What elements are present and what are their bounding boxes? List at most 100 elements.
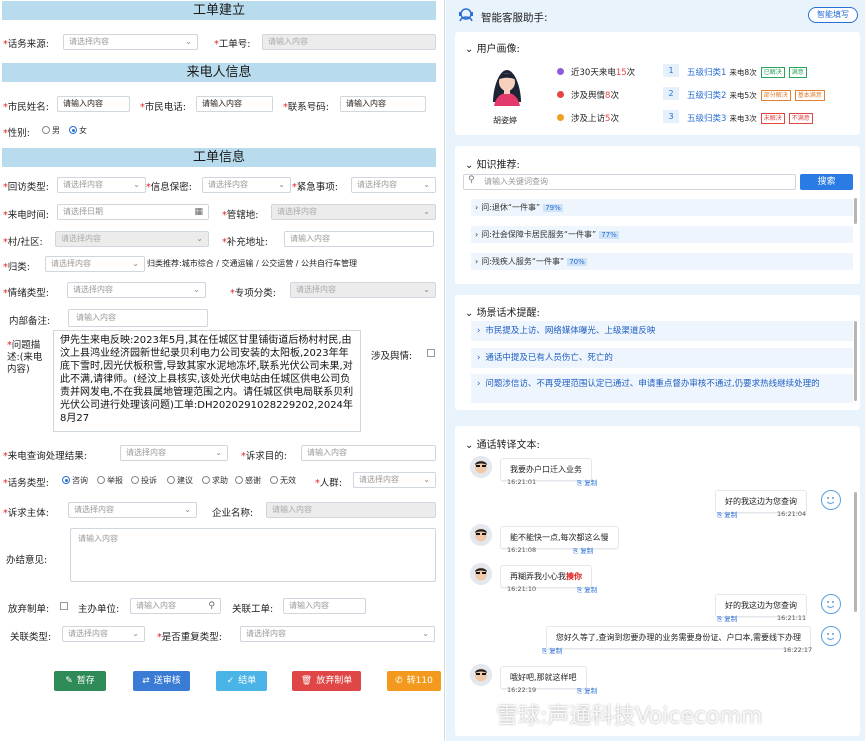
repeat-type-select[interactable]: 请选择内容 ⌄ <box>240 626 435 642</box>
section-info-header: 工单信息 <box>2 148 436 167</box>
knowledge-title: ⌄ 知识推荐: <box>465 160 520 171</box>
call-type-radio[interactable]: 感谢 <box>235 475 261 486</box>
chevron-down-icon: ⌄ <box>185 37 192 46</box>
ticket-no-input[interactable]: 请输入内容 <box>262 34 436 50</box>
call-time-label: *来电时间: <box>3 210 49 221</box>
button-label: 转110 <box>406 676 433 686</box>
call-type-radio[interactable]: 无效 <box>270 475 296 486</box>
appeal-subject-select[interactable]: 请选择内容 ⌄ <box>68 502 197 518</box>
call-type-radio[interactable]: 投诉 <box>131 475 157 486</box>
internal-remark-input[interactable]: 请输入内容 <box>68 309 208 327</box>
query-result-select[interactable]: 请选择内容 ⌄ <box>120 445 228 461</box>
message-time: 16:22:17 <box>783 646 813 654</box>
gender-female-radio[interactable]: 女 <box>69 125 87 136</box>
call-type-label: 感谢 <box>245 476 261 485</box>
public-opinion-checkbox[interactable] <box>427 349 435 357</box>
expand-icon: › <box>475 257 479 266</box>
user-avatar <box>485 62 529 106</box>
citizen-phone-input[interactable]: 请输入内容 <box>196 96 273 112</box>
abandon-ticket-button[interactable]: 🗑 放弃制单 <box>292 671 361 691</box>
copy-link[interactable]: ⎘ 复制 <box>717 613 737 624</box>
special-class-select[interactable]: 请选择内容 ⌄ <box>290 282 436 298</box>
call-type-label: *话务类型: <box>3 478 49 489</box>
copy-icon: ⎘ <box>577 586 583 594</box>
transfer-110-button[interactable]: ✆ 转110 <box>387 671 441 691</box>
knowledge-item[interactable]: › 问:退休“一件事” 79% <box>471 199 853 216</box>
scrollbar[interactable] <box>854 321 857 401</box>
copy-link[interactable]: ⎘ 复制 <box>577 584 597 595</box>
company-name-label: 企业名称: <box>212 508 254 519</box>
class-row[interactable]: 五级归类1 来电8次 已解决 满意 <box>687 66 807 78</box>
section-create-header: 工单建立 <box>2 1 436 20</box>
stat-row: 涉及舆情8次 <box>557 89 619 101</box>
class-row[interactable]: 五级归类2 来电5次 部分解决 基本满意 <box>687 89 825 101</box>
class-index: 1 <box>663 64 679 77</box>
message-text: 我要办户口迁入业务 <box>510 465 582 474</box>
message-text: 您好久等了,查询到您要办理的业务需要身份证、户口本,需要线下办理 <box>555 633 801 642</box>
radio-circle <box>62 476 70 484</box>
copy-link[interactable]: ⎘ 复制 <box>542 645 562 656</box>
smart-fill-button[interactable]: 智能填写 <box>808 7 858 23</box>
purpose-input[interactable]: 请输入内容 <box>301 445 436 461</box>
scrollbar[interactable] <box>854 198 857 224</box>
save-draft-button[interactable]: ✎ 暂存 <box>54 671 106 691</box>
copy-link[interactable]: ⎘ 复制 <box>573 545 593 556</box>
problem-desc-textarea[interactable]: 伊先生来电反映:2023年5月,其在任城区甘里铺街道后杨村村民,由汶上县鸿业经济… <box>53 330 361 432</box>
relate-type-select[interactable]: 请选择内容 ⌄ <box>62 626 145 642</box>
category-select[interactable]: 请选择内容 ⌄ <box>45 256 145 272</box>
knowledge-item[interactable]: › 问:残疾人服务“一件事” 70% <box>471 253 853 270</box>
copy-icon: ⎘ <box>577 479 583 487</box>
village-label: *村/社区: <box>3 237 43 248</box>
chevron-down-icon: ⌄ <box>278 180 285 189</box>
contact-no-label: *联系号码: <box>283 102 329 113</box>
knowledge-item[interactable]: › 问:社会保障卡居民服务“一件事” 77% <box>471 226 853 243</box>
scrollbar[interactable] <box>854 492 857 612</box>
close-ticket-button[interactable]: ✓ 结单 <box>216 671 267 691</box>
related-ticket-input[interactable]: 请输入内容 <box>283 598 366 614</box>
visit-type-select[interactable]: 请选择内容 ⌄ <box>57 177 146 193</box>
call-type-radio[interactable]: 举报 <box>97 475 123 486</box>
crowd-select[interactable]: 请选择内容 ⌄ <box>353 472 436 488</box>
stat-dot-icon <box>557 114 564 121</box>
submit-review-button[interactable]: ⇄ 送审核 <box>133 671 190 691</box>
urgent-select[interactable]: 请选择内容 ⌄ <box>351 177 436 193</box>
gender-male-radio[interactable]: 男 <box>42 125 60 136</box>
call-type-radio[interactable]: 建议 <box>167 475 193 486</box>
crowd-label: *人群: <box>315 478 342 489</box>
public-opinion-label: 涉及舆情: <box>371 351 413 362</box>
chevron-down-icon: ⌄ <box>465 44 477 55</box>
mood-select[interactable]: 请选择内容 ⌄ <box>67 282 206 298</box>
chevron-down-icon: ⌄ <box>465 308 477 319</box>
copy-link[interactable]: ⎘ 复制 <box>717 509 737 520</box>
info-secret-select[interactable]: 请选择内容 ⌄ <box>202 177 291 193</box>
contact-no-input[interactable]: 请输入内容 <box>340 96 426 112</box>
company-name-input[interactable]: 请输入内容 <box>266 502 436 518</box>
message-text: 好的我这边为您查询 <box>725 497 797 506</box>
call-type-radio[interactable]: 咨询 <box>62 475 88 486</box>
watermark-text: 雪球:声通科技Voicecomm <box>496 704 763 729</box>
copy-link[interactable]: ⎘ 复制 <box>577 477 597 488</box>
urgent-label: *紧急事项: <box>292 182 338 193</box>
visit-type-label: *回访类型: <box>3 182 49 193</box>
chevron-down-icon: ⌄ <box>184 505 191 514</box>
category-recommend[interactable]: 归类推荐:城市综合 / 交通运输 / 公交运营 / 公共自行车管理 <box>147 258 357 269</box>
source-select[interactable]: 请选择内容 ⌄ <box>63 34 198 50</box>
abandon-checkbox[interactable] <box>60 602 68 610</box>
village-select[interactable]: 请选择内容 ⌄ <box>55 231 209 247</box>
jurisdiction-select[interactable]: 请选择内容 ⌄ <box>271 204 436 220</box>
citizen-name-input[interactable]: 请输入内容 <box>57 96 130 112</box>
scene-item[interactable]: › 问题涉信访、不再受理范围认定已通过、申请重点督办审核不通过,仍要求热线继续处理… <box>471 374 853 403</box>
copy-link[interactable]: ⎘ 复制 <box>577 685 597 696</box>
profile-title: ⌄ 用户画像: <box>465 44 520 55</box>
call-time-picker[interactable]: 请选择日期 ▦ <box>57 204 209 220</box>
class-row[interactable]: 五级归类3 来电3次 未解决 不满意 <box>687 112 813 124</box>
call-type-radio[interactable]: 求助 <box>202 475 228 486</box>
extra-address-input[interactable]: 请输入内容 <box>284 231 434 247</box>
transcript-card: ⌄ 通话转译文本: 我要办户口迁入业务 16:21:01 ⎘ 复制 好的我这边为您查询 1… <box>455 426 860 736</box>
host-unit-input[interactable]: 请输入内容 ⚲ <box>130 598 221 614</box>
knowledge-search-input[interactable]: 请输入关键词查询 <box>463 174 796 190</box>
search-button[interactable]: 搜索 <box>800 174 853 190</box>
closing-opinion-textarea[interactable]: 请输入内容 <box>70 528 436 582</box>
scene-item[interactable]: › 市民提及上访、网络媒体曝光、上级渠道反映 <box>471 321 853 341</box>
scene-item[interactable]: › 通话中提及已有人员伤亡、死亡的 <box>471 348 853 368</box>
